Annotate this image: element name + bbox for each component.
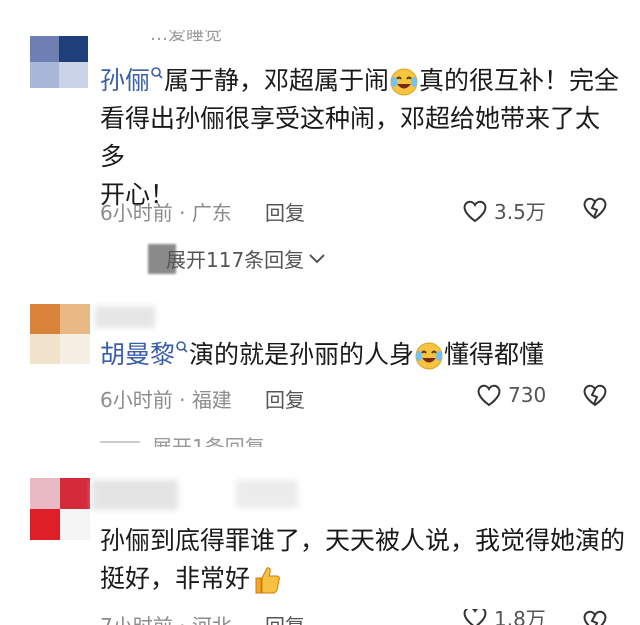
like-button[interactable]: 1.8万 [462,609,546,625]
search-mini-icon [151,66,163,79]
comment-meta: 6小时前 · 广东 [100,201,232,225]
broken-heart-icon[interactable] [582,196,608,220]
laugh-cry-emoji [415,342,443,370]
username-blurred-2[interactable] [236,480,298,508]
like-count: 730 [508,383,547,407]
comment-text: 孙俪到底得罪谁了，天天被人说，我觉得她演的 挺好，非常好 [100,522,630,598]
mention-link[interactable]: 胡曼黎 [100,340,189,369]
avatar[interactable] [30,478,90,540]
avatar[interactable] [30,304,90,364]
comment-meta: 7小时前 · 河北 [100,610,232,625]
comment-meta: 6小时前 · 福建 [100,388,232,412]
reply-divider [100,441,140,443]
avatar[interactable] [30,36,88,88]
like-count: 3.5万 [494,200,546,224]
heart-outline-icon [477,384,501,407]
heart-outline-icon [463,609,487,625]
chevron-down-icon [309,253,325,263]
expand-replies-button[interactable]: 展开1条回复 [100,431,300,447]
comment-text: 胡曼黎 演的就是孙丽的人身 懂得都懂 [100,340,545,370]
reply-button[interactable]: 回复 [265,384,305,413]
thumbs-up-emoji [255,567,280,594]
reply-button[interactable]: 回复 [265,197,305,226]
broken-heart-icon [583,610,607,625]
username[interactable]: …爱睡觉 [150,30,222,44]
heart-outline-icon [463,200,487,222]
reply-button[interactable]: 回复 [265,610,305,625]
broken-heart-icon[interactable] [582,383,608,407]
broken-heart-wrap[interactable] [582,609,608,625]
comment-text: 孙俪 属于静，邓超属于闹 真的很互补！完全 看得出孙俪很享受这种闹，邓超给她带来了太… [100,66,620,209]
username-blurred[interactable] [95,306,155,328]
mention-link[interactable]: 孙俪 [100,66,164,95]
username-blurred[interactable] [92,480,178,510]
like-count: 1.8万 [494,609,546,625]
like-button[interactable]: 730 [476,383,546,407]
like-button[interactable]: 3.5万 [462,196,546,225]
search-mini-icon [176,340,188,353]
laugh-cry-emoji [390,68,418,96]
